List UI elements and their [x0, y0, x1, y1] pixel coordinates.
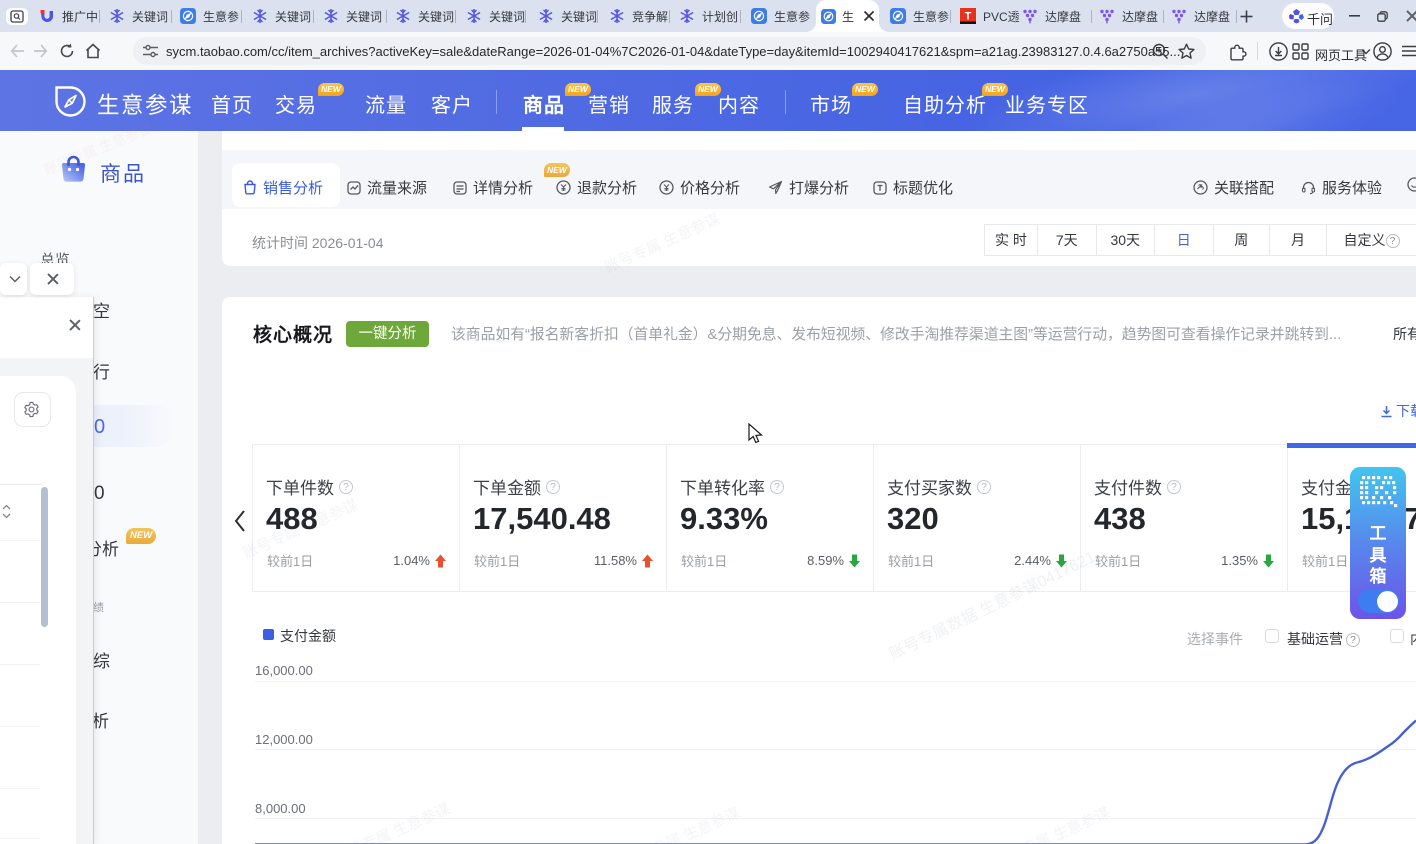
svg-text:T: T — [965, 11, 972, 23]
